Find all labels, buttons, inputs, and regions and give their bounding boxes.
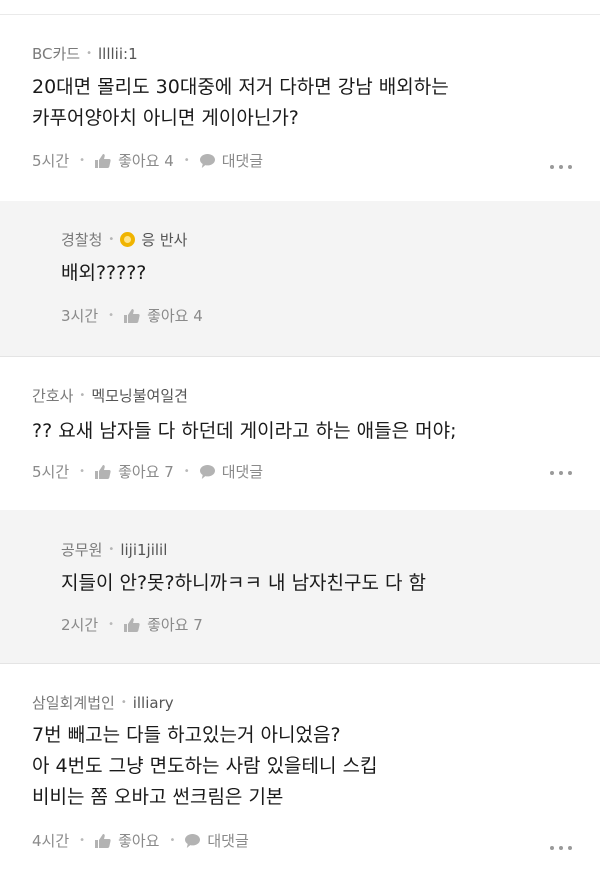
comment-body: ?? 요새 남자들 다 하던데 게이라고 하는 애들은 머야; bbox=[32, 416, 457, 447]
author-company[interactable]: 삼일회계법인 bbox=[32, 692, 115, 713]
comment-2: 간호사 • 멕모닝불여일견 ?? 요새 남자들 다 하던데 게이라고 하는 애들… bbox=[0, 357, 600, 510]
separator-dot: • bbox=[120, 697, 127, 708]
like-button[interactable]: 좋아요 bbox=[95, 830, 159, 851]
reply-label: 대댓글 bbox=[221, 152, 264, 170]
reply-comment-1: 경찰청 • 응 반사 배외????? 3시간 • 좋아요 4 bbox=[0, 201, 600, 357]
separator-dot: • bbox=[108, 234, 115, 245]
author-company[interactable]: 경찰청 bbox=[61, 229, 102, 250]
comment-meta: 경찰청 • 응 반사 bbox=[61, 229, 187, 250]
thumbs-up-icon bbox=[124, 308, 140, 323]
comment-actions: 2시간 • 좋아요 7 bbox=[61, 614, 203, 635]
like-label: 좋아요 4 bbox=[147, 307, 203, 325]
comment-time: 3시간 bbox=[61, 307, 99, 325]
separator-dot: • bbox=[183, 466, 190, 477]
reply-label: 대댓글 bbox=[221, 463, 264, 481]
comment-3: 삼일회계법인 • illiary 7번 빼고는 다들 하고있는거 아니었음? 아… bbox=[0, 664, 600, 874]
like-label: 좋아요 4 bbox=[118, 152, 174, 170]
comment-actions: 3시간 • 좋아요 4 bbox=[61, 305, 203, 326]
author-company[interactable]: 공무원 bbox=[61, 539, 102, 560]
like-label: 좋아요 7 bbox=[118, 463, 174, 481]
author-nickname[interactable]: llllii:1 bbox=[98, 45, 138, 63]
like-button[interactable]: 좋아요 7 bbox=[124, 614, 203, 635]
comment-line: 7번 빼고는 다들 하고있는거 아니었음? bbox=[32, 724, 341, 746]
speech-bubble-icon bbox=[199, 153, 215, 168]
thumbs-up-icon bbox=[124, 617, 140, 632]
thumbs-up-icon bbox=[95, 153, 111, 168]
comment-line: 배외????? bbox=[61, 262, 147, 284]
author-nickname[interactable]: 응 반사 bbox=[141, 229, 187, 250]
comment-body: 7번 빼고는 다들 하고있는거 아니었음? 아 4번도 그냥 면도하는 사람 있… bbox=[32, 720, 378, 813]
like-label: 좋아요 7 bbox=[147, 616, 203, 634]
reply-label: 대댓글 bbox=[207, 832, 249, 850]
comment-meta: 간호사 • 멕모닝불여일견 bbox=[32, 385, 188, 406]
separator-dot: • bbox=[108, 619, 115, 630]
separator-dot: • bbox=[79, 390, 86, 401]
like-button[interactable]: 좋아요 7 bbox=[95, 461, 174, 482]
comment-line: 20대면 몰리도 30대중에 저거 다하면 강남 배외하는 bbox=[32, 76, 449, 98]
comment-line: 비비는 쫌 오바고 썬크림은 기본 bbox=[32, 786, 284, 808]
author-nickname[interactable]: liji1jilil bbox=[120, 541, 167, 559]
comment-time: 5시간 bbox=[32, 463, 70, 481]
reply-comment-2: 공무원 • liji1jilil 지들이 안?못?하니까ㅋㅋ 내 남자친구도 다… bbox=[0, 510, 600, 664]
comment-meta: 삼일회계법인 • illiary bbox=[32, 692, 174, 713]
more-dots-icon[interactable] bbox=[550, 471, 572, 477]
like-button[interactable]: 좋아요 4 bbox=[124, 305, 203, 326]
comment-line: ?? 요새 남자들 다 하던데 게이라고 하는 애들은 머야; bbox=[32, 420, 457, 442]
comment-body: 20대면 몰리도 30대중에 저거 다하면 강남 배외하는 카푸어양아치 아니면… bbox=[32, 72, 449, 134]
separator-dot: • bbox=[108, 310, 115, 321]
coin-badge-icon bbox=[120, 232, 136, 247]
separator-dot: • bbox=[79, 835, 86, 846]
comment-line: 지들이 안?못?하니까ㅋㅋ 내 남자친구도 다 함 bbox=[61, 572, 427, 594]
author-company[interactable]: 간호사 bbox=[32, 385, 73, 406]
separator-dot: • bbox=[108, 544, 115, 555]
reply-button[interactable]: 대댓글 bbox=[185, 830, 249, 851]
comment-body: 지들이 안?못?하니까ㅋㅋ 내 남자친구도 다 함 bbox=[61, 568, 426, 599]
more-dots-icon[interactable] bbox=[550, 846, 572, 852]
like-label: 좋아요 bbox=[118, 832, 160, 850]
speech-bubble-icon bbox=[185, 833, 201, 848]
thumbs-up-icon bbox=[95, 833, 111, 848]
author-company[interactable]: BC카드 bbox=[32, 43, 80, 64]
thumbs-up-icon bbox=[95, 464, 111, 479]
reply-button[interactable]: 대댓글 bbox=[199, 461, 264, 482]
comment-time: 5시간 bbox=[32, 152, 70, 170]
comment-actions: 5시간 • 좋아요 7 • 대댓글 bbox=[32, 461, 263, 482]
separator-dot: • bbox=[169, 835, 176, 846]
comment-time: 2시간 bbox=[61, 616, 99, 634]
separator-dot: • bbox=[183, 155, 190, 166]
separator-dot: • bbox=[79, 466, 86, 477]
author-nickname[interactable]: illiary bbox=[133, 694, 174, 712]
author-nickname[interactable]: 멕모닝불여일견 bbox=[91, 385, 188, 406]
comment-actions: 4시간 • 좋아요 • 대댓글 bbox=[32, 830, 249, 851]
separator-dot: • bbox=[79, 155, 86, 166]
comment-line: 카푸어양아치 아니면 게이아닌가? bbox=[32, 107, 299, 129]
reply-button[interactable]: 대댓글 bbox=[199, 150, 264, 171]
comment-1: BC카드 • llllii:1 20대면 몰리도 30대중에 저거 다하면 강남… bbox=[0, 15, 600, 201]
comment-time: 4시간 bbox=[32, 832, 70, 850]
comment-line: 아 4번도 그냥 면도하는 사람 있을테니 스킵 bbox=[32, 755, 378, 777]
comment-body: 배외????? bbox=[61, 258, 146, 289]
speech-bubble-icon bbox=[199, 464, 215, 479]
comment-meta: BC카드 • llllii:1 bbox=[32, 43, 138, 64]
comment-meta: 공무원 • liji1jilil bbox=[61, 539, 167, 560]
more-dots-icon[interactable] bbox=[550, 165, 572, 171]
separator-dot: • bbox=[86, 48, 93, 59]
like-button[interactable]: 좋아요 4 bbox=[95, 150, 174, 171]
comment-actions: 5시간 • 좋아요 4 • 대댓글 bbox=[32, 150, 263, 171]
